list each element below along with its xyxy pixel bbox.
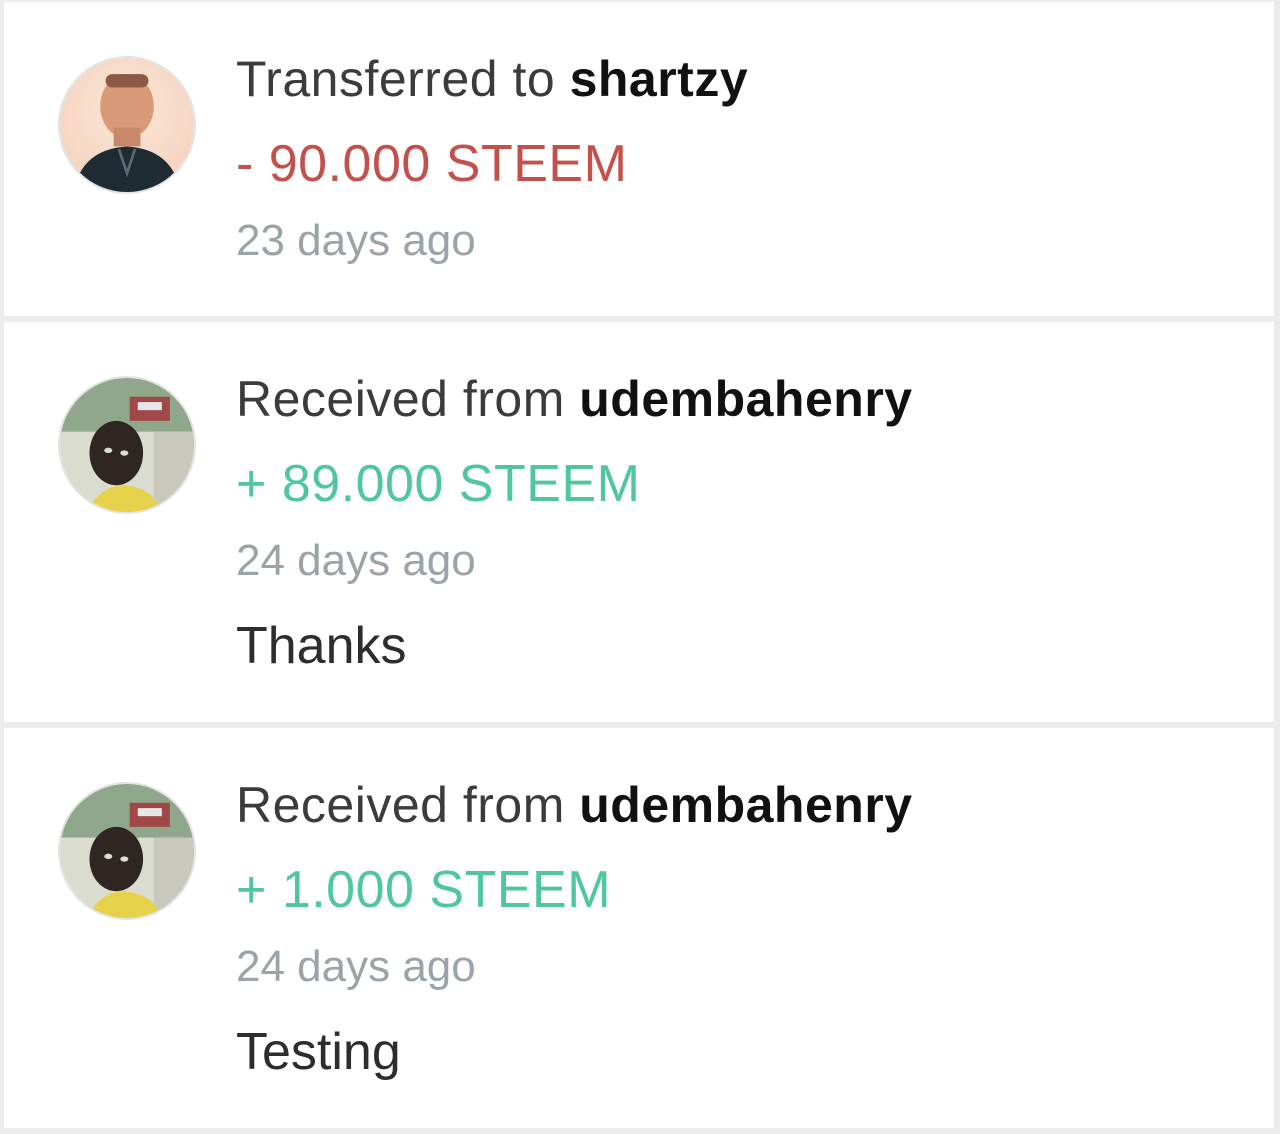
- user-avatar-icon: [60, 378, 194, 512]
- transaction-memo: Testing: [236, 1023, 401, 1081]
- counterparty-username[interactable]: shartzy: [570, 51, 749, 107]
- transaction-memo: Thanks: [236, 617, 407, 675]
- transaction-amount: + 1.000 STEEM: [236, 861, 612, 919]
- transaction-time: 23 days ago: [236, 216, 476, 265]
- transaction-title: Received from udembahenry: [236, 776, 913, 834]
- transaction-prefix: Transferred to: [236, 51, 570, 107]
- transaction-item[interactable]: Transferred to shartzy - 90.000 STEEM 23…: [4, 2, 1274, 316]
- user-avatar-icon: [60, 784, 194, 918]
- transaction-list: Transferred to shartzy - 90.000 STEEM 23…: [0, 0, 1280, 1134]
- transaction-time: 24 days ago: [236, 536, 476, 585]
- transaction-time: 24 days ago: [236, 942, 476, 991]
- avatar[interactable]: [58, 56, 196, 194]
- transaction-item[interactable]: Received from udembahenry + 89.000 STEEM…: [4, 322, 1274, 722]
- user-avatar-icon: [60, 58, 194, 192]
- avatar[interactable]: [58, 376, 196, 514]
- transaction-prefix: Received from: [236, 371, 580, 427]
- transaction-item[interactable]: Received from udembahenry + 1.000 STEEM …: [4, 728, 1274, 1128]
- transaction-amount: - 90.000 STEEM: [236, 135, 628, 193]
- transaction-title: Received from udembahenry: [236, 370, 913, 428]
- transaction-amount: + 89.000 STEEM: [236, 455, 641, 513]
- counterparty-username[interactable]: udembahenry: [579, 777, 912, 833]
- transaction-prefix: Received from: [236, 777, 580, 833]
- counterparty-username[interactable]: udembahenry: [579, 371, 912, 427]
- avatar[interactable]: [58, 782, 196, 920]
- transaction-title: Transferred to shartzy: [236, 50, 748, 108]
